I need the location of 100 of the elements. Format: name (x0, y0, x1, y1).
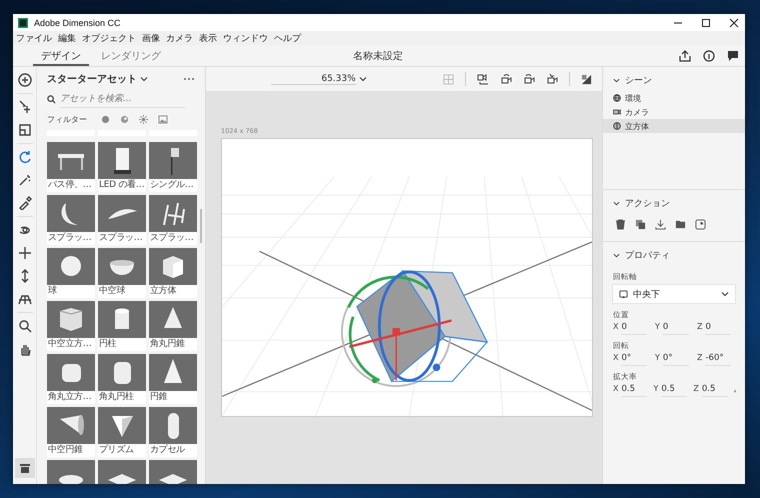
close-icon[interactable] (729, 18, 739, 28)
eyedropper-icon[interactable] (18, 196, 32, 210)
asset-label: 円錐 (149, 391, 168, 403)
asset-label: スプラッ… (149, 232, 195, 244)
asset-tile[interactable]: 立方体 (149, 248, 197, 298)
value-field[interactable]: 0 (705, 322, 732, 335)
asset-label: バス停、… (47, 179, 93, 191)
document-title: 名称未設定 (353, 50, 403, 63)
value-field[interactable]: 0 (621, 322, 648, 335)
select-icon[interactable] (18, 100, 32, 114)
lock-icon[interactable] (734, 388, 736, 394)
trash-icon[interactable] (615, 219, 626, 230)
material-filter-icon[interactable] (101, 114, 110, 124)
menu-item[interactable]: ウィンドウ (223, 32, 268, 44)
share-icon[interactable] (679, 50, 691, 62)
image-filter-icon[interactable] (158, 114, 168, 124)
cone-thumbnail (149, 354, 197, 391)
asset-tile[interactable]: 円錐 (149, 354, 197, 404)
search-field[interactable]: アセットを検索... (60, 91, 185, 108)
menu-item[interactable]: カメラ (166, 32, 193, 44)
asset-label: スプラッ… (98, 232, 144, 244)
scene-item[interactable]: 立方体 (603, 119, 745, 133)
rotate-icon[interactable] (18, 150, 32, 164)
value-field[interactable]: -60° (705, 353, 732, 366)
value-field[interactable]: 0° (621, 353, 648, 366)
rounded-cone-thumbnail (149, 301, 197, 338)
more-icon[interactable] (183, 77, 195, 81)
scene-item[interactable]: 環境 (603, 91, 745, 105)
sun-icon[interactable] (139, 114, 148, 124)
splash-spray-thumbnail (149, 195, 197, 232)
value-field[interactable]: 0.5 (621, 384, 648, 397)
move-icon[interactable] (18, 246, 32, 260)
chevron-icon[interactable] (613, 77, 620, 84)
download-icon[interactable] (655, 219, 666, 230)
chevron-icon[interactable] (358, 75, 367, 83)
value-field[interactable]: 0.5 (702, 384, 728, 397)
value-field[interactable]: 0 (662, 322, 689, 335)
axis-label: X (613, 384, 618, 393)
axis-label: X (613, 353, 618, 362)
asset-tile[interactable]: 中空立方… (47, 301, 95, 351)
comment-icon[interactable] (727, 50, 739, 62)
axis-label: Y (655, 322, 660, 331)
asset-tile[interactable]: プリズム (98, 407, 146, 457)
search-icon (47, 95, 56, 104)
asset-tile[interactable]: 角丸円柱 (98, 354, 146, 404)
panel-title[interactable]: スターターアセット (47, 72, 137, 86)
rounded-cylinder-thumbnail (98, 354, 146, 391)
help-icon[interactable] (703, 50, 715, 62)
tab[interactable]: レンダリング (93, 45, 169, 66)
asset-tile[interactable]: バス停、… (47, 142, 95, 192)
open-cube-thumbnail (47, 301, 95, 338)
axis-label: Z (697, 322, 702, 331)
pivot-dropdown[interactable]: 中央下 (612, 284, 736, 304)
zoom-dropdown[interactable]: 65.33% (271, 74, 356, 84)
archive-icon[interactable] (14, 458, 34, 478)
rounded-cube-thumbnail (47, 354, 95, 391)
chevron-icon[interactable] (613, 252, 620, 259)
axis-label: Z (697, 353, 702, 362)
scene-drawing[interactable] (221, 138, 593, 417)
asset-tile[interactable]: シングル… (149, 142, 197, 192)
folder-icon[interactable] (675, 219, 686, 230)
add-icon[interactable] (18, 73, 32, 87)
axis-label: Y (655, 353, 660, 362)
environment-icon (613, 94, 621, 102)
menu-item[interactable]: ヘルプ (274, 32, 301, 44)
camera-frame-icon[interactable] (477, 73, 490, 85)
menu-item[interactable]: ファイル (16, 32, 52, 44)
menu-item[interactable]: オブジェクト (82, 32, 136, 44)
asset-tile[interactable]: LED の看… (98, 142, 146, 192)
scene-item[interactable]: カメラ (603, 105, 745, 119)
splash-ring-thumbnail (47, 195, 95, 232)
asset-tile[interactable]: 円柱 (98, 301, 146, 351)
asset-tile[interactable]: 中空球 (98, 248, 146, 298)
search-icon[interactable] (18, 319, 32, 333)
chevron-icon[interactable] (613, 200, 620, 207)
asset-tile[interactable]: 角丸円錐 (149, 301, 197, 351)
frame-icon[interactable] (18, 123, 32, 137)
axis-label: X (613, 322, 618, 331)
menu-item[interactable]: 画像 (142, 32, 160, 44)
cube-thumbnail (149, 248, 197, 285)
light-filter-icon[interactable] (120, 114, 129, 124)
section-title: シーン (625, 75, 652, 87)
asset-tile[interactable]: スプラッ… (98, 195, 146, 245)
asset-tile[interactable]: スプラッ… (149, 195, 197, 245)
magic-wand-icon[interactable] (18, 173, 32, 187)
menu-item[interactable]: 表示 (199, 32, 217, 44)
value-field[interactable]: 0.5 (661, 384, 688, 397)
value-field[interactable]: 0° (662, 353, 689, 366)
asset-tile[interactable]: スプラッ… (47, 195, 95, 245)
asset-tile[interactable]: 中空円錐 (47, 407, 95, 457)
asset-tile[interactable]: 角丸立方… (47, 354, 95, 404)
bowl-thumbnail (98, 248, 146, 285)
asset-tile[interactable]: カプセル (149, 407, 197, 457)
pivot-icon (619, 290, 628, 298)
chevron-icon[interactable] (140, 75, 148, 83)
maximize-icon[interactable] (701, 18, 711, 28)
duplicate-icon[interactable] (635, 219, 646, 230)
menu-item[interactable]: 編集 (58, 32, 76, 44)
tab[interactable]: デザイン (33, 45, 89, 66)
asset-tile[interactable]: 球 (47, 248, 95, 298)
